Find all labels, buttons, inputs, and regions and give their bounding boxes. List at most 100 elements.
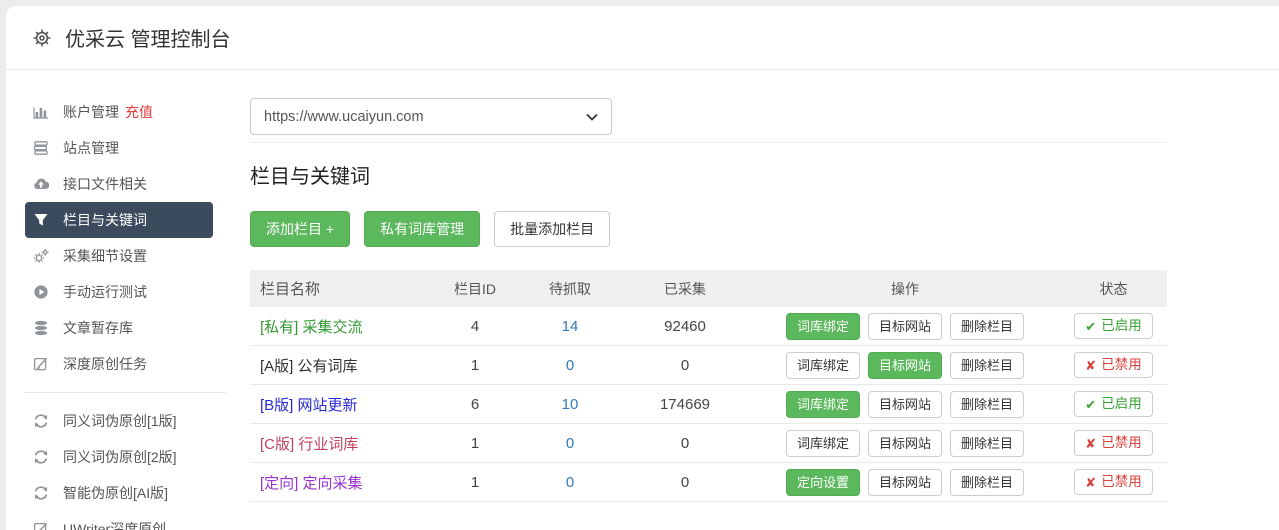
sidebar-item-label: 账户管理 [63,104,119,120]
sidebar-item-funnel[interactable]: 栏目与关键词 [25,202,213,238]
table-row: [A版] 公有词库 1 0 0 词库绑定 目标网站 删除栏目 ✘ 已禁用 [250,346,1167,385]
collected-count: 92460 [664,317,706,335]
sidebar-item-edit[interactable]: UWriter深度原创 [25,511,213,530]
action-button[interactable]: 删除栏目 [950,429,1025,457]
sidebar-item-play-circle[interactable]: 手动运行测试 [25,274,213,310]
status-badge[interactable]: ✔ 已启用 [1074,391,1153,417]
status-badge[interactable]: ✘ 已禁用 [1074,469,1153,495]
gears-icon [32,247,50,265]
table-header-cell: 栏目名称 [260,281,321,298]
edit-icon [32,355,50,373]
status-badge[interactable]: ✘ 已禁用 [1074,430,1153,456]
collected-count: 0 [680,434,690,452]
table-row: [定向] 定向采集 1 0 0 定向设置 目标网站 删除栏目 ✘ 已禁用 [250,463,1167,502]
collected-count: 174669 [659,395,711,413]
column-id-value: 4 [470,317,480,335]
action-button[interactable]: 词库绑定 [785,312,860,340]
action-button[interactable]: 删除栏目 [950,468,1025,496]
recharge-badge[interactable]: 充值 [125,102,153,122]
site-selector-row: https://www.ucaiyun.com [250,98,1167,143]
pending-count-link[interactable]: 10 [562,396,579,413]
sidebar-item-label: UWriter深度原创 [63,521,167,530]
sidebar-item-server[interactable]: 站点管理 [25,130,213,166]
sidebar-item-label: 采集细节设置 [63,248,147,264]
server-icon [32,139,50,157]
gear-icon [32,28,52,48]
action-button[interactable]: 定向设置 [785,468,860,496]
cross-icon: ✘ [1085,435,1097,451]
sidebar-item-edit[interactable]: 深度原创任务 [25,346,213,382]
column-name-link[interactable]: [私有] 采集交流 [250,316,430,337]
status-badge[interactable]: ✔ 已启用 [1074,313,1153,339]
sidebar-item-bar-chart[interactable]: 账户管理 充值 [25,94,213,130]
table-row: [C版] 行业词库 1 0 0 词库绑定 目标网站 删除栏目 ✘ 已禁用 [250,424,1167,463]
sidebar-item-label: 同义词伪原创[1版] [63,413,177,429]
actions-cell: 词库绑定 目标网站 删除栏目 [750,390,1060,418]
sidebar-item-cloud-upload[interactable]: 接口文件相关 [25,166,213,202]
sidebar: 账户管理 充值 站点管理 接口文件相关 栏目与关键词 采集细节设置 手动运行测试… [6,70,250,530]
action-button[interactable]: 目标网站 [867,351,942,379]
table-header-row: 栏目名称 栏目ID 待抓取 已采集 操作 状态 [250,270,1167,307]
sidebar-item-refresh[interactable]: 同义词伪原创[2版] [25,439,213,475]
app-window: 优采云 管理控制台 账户管理 充值 站点管理 接口文件相关 栏目与关键词 采集细… [6,6,1279,530]
sidebar-item-label: 手动运行测试 [63,284,147,300]
site-selector-dropdown[interactable]: https://www.ucaiyun.com [250,98,612,135]
add-column-button[interactable]: 添加栏目 + [250,211,351,247]
table-header-cell: 状态 [1099,280,1128,297]
sidebar-item-label: 站点管理 [63,140,119,156]
section-title: 栏目与关键词 [250,166,370,188]
action-button[interactable]: 删除栏目 [950,312,1025,340]
pending-count-link[interactable]: 0 [566,357,574,374]
column-name-link[interactable]: [A版] 公有词库 [250,355,430,376]
sidebar-item-label: 栏目与关键词 [63,212,147,228]
action-button[interactable]: 词库绑定 [785,429,860,457]
chevron-down-icon [586,113,598,121]
table-header-cell: 栏目ID [454,280,496,297]
action-button[interactable]: 删除栏目 [950,351,1025,379]
sidebar-item-refresh[interactable]: 同义词伪原创[1版] [25,403,213,439]
action-button[interactable]: 词库绑定 [785,351,860,379]
column-name-link[interactable]: [B版] 网站更新 [250,394,430,415]
batch-add-column-button[interactable]: 批量添加栏目 [494,211,611,247]
action-button[interactable]: 目标网站 [867,312,942,340]
action-button[interactable]: 目标网站 [867,468,942,496]
action-button[interactable]: 删除栏目 [950,390,1025,418]
pending-count-link[interactable]: 14 [562,318,579,335]
collected-count: 0 [680,473,690,491]
columns-table: 栏目名称 栏目ID 待抓取 已采集 操作 状态 [私有] 采集交流 4 14 92460 … [250,270,1167,502]
column-id-value: 1 [470,473,480,491]
action-button[interactable]: 词库绑定 [785,390,860,418]
cross-icon: ✘ [1085,474,1097,490]
site-selector-value: https://www.ucaiyun.com [264,108,424,125]
page-title-app: 优采云 管理控制台 [65,29,231,51]
collected-count: 0 [680,356,690,374]
sidebar-item-refresh[interactable]: 智能伪原创[AI版] [25,475,213,511]
pending-count-link[interactable]: 0 [566,474,574,491]
actions-cell: 词库绑定 目标网站 删除栏目 [750,312,1060,340]
refresh-icon [32,448,50,466]
sidebar-item-label: 智能伪原创[AI版] [63,485,169,501]
sidebar-divider [25,392,226,393]
column-name-link[interactable]: [C版] 行业词库 [250,433,430,454]
sidebar-item-label: 文章暂存库 [63,320,133,336]
sidebar-item-database[interactable]: 文章暂存库 [25,310,213,346]
cloud-upload-icon [32,175,50,193]
column-id-value: 6 [470,395,480,413]
sidebar-item-label: 同义词伪原创[2版] [63,449,177,465]
status-badge[interactable]: ✘ 已禁用 [1074,352,1153,378]
table-header-cell: 待抓取 [549,280,591,297]
database-icon [32,319,50,337]
column-id-value: 1 [470,356,480,374]
sidebar-item-gears[interactable]: 采集细节设置 [25,238,213,274]
sidebar-item-label: 接口文件相关 [63,176,147,192]
pending-count-link[interactable]: 0 [566,435,574,452]
private-lexicon-button[interactable]: 私有词库管理 [364,211,481,247]
action-button[interactable]: 目标网站 [867,429,942,457]
table-row: [B版] 网站更新 6 10 174669 词库绑定 目标网站 删除栏目 ✔ 已启用 [250,385,1167,424]
action-button[interactable]: 目标网站 [867,390,942,418]
column-name-link[interactable]: [定向] 定向采集 [250,472,430,493]
app-header: 优采云 管理控制台 [6,6,1279,70]
refresh-icon [32,484,50,502]
funnel-icon [32,211,50,229]
table-header-cell: 操作 [891,280,919,297]
